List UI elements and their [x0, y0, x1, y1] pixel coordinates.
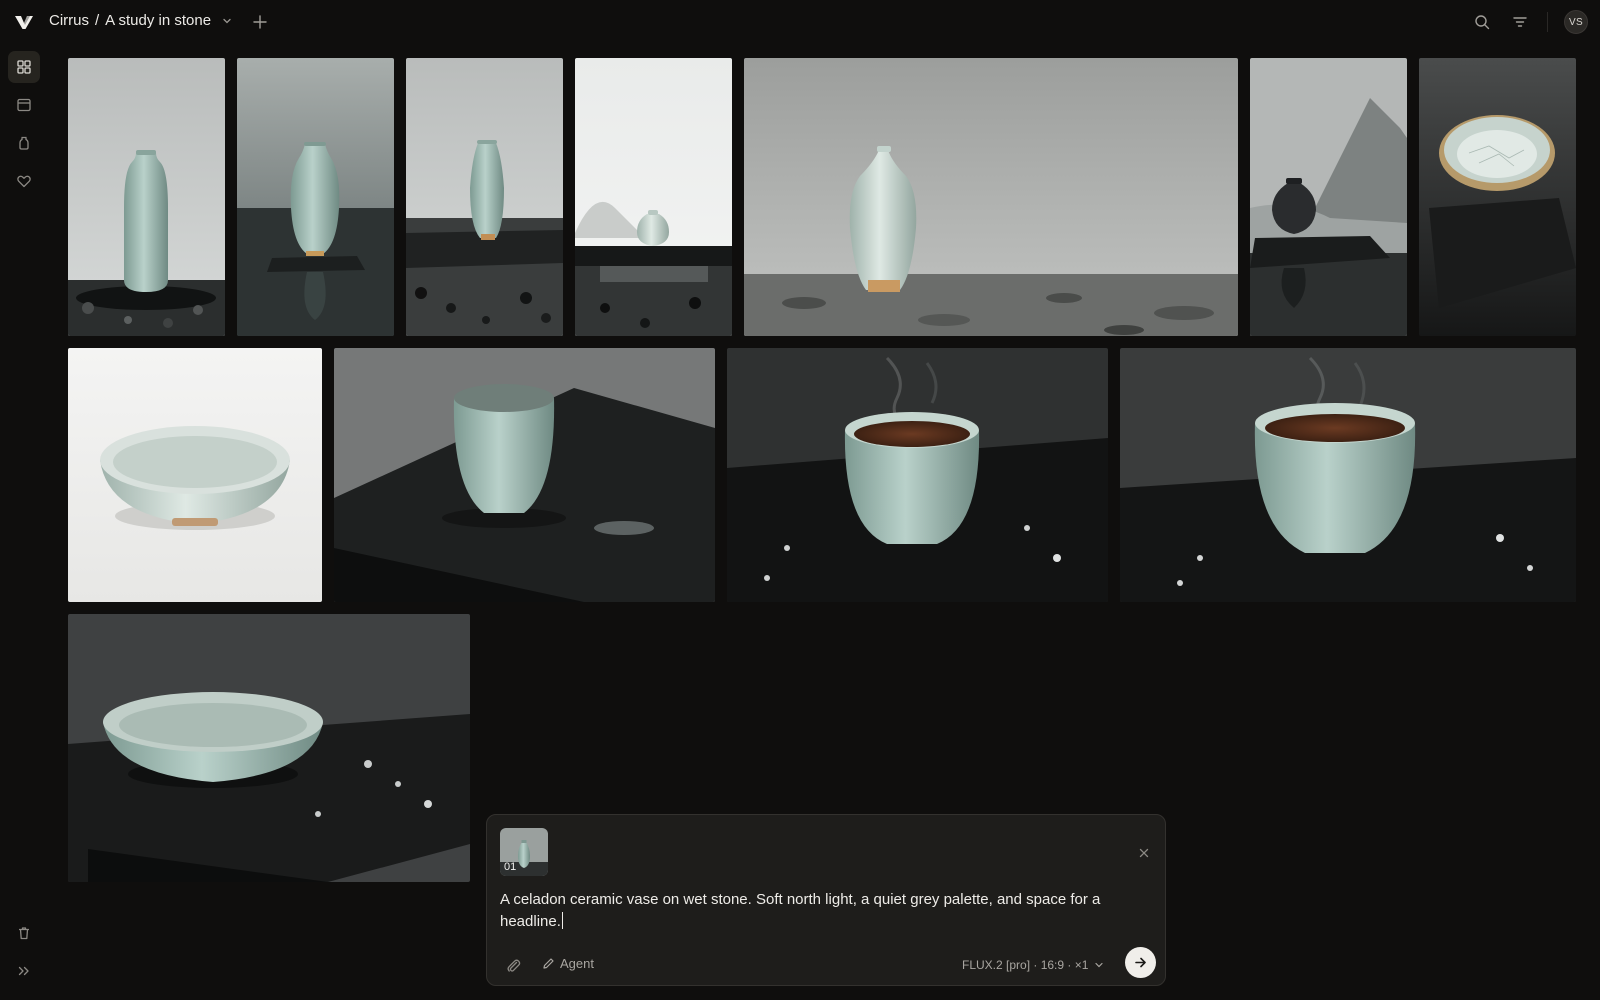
trash-icon [19, 927, 29, 940]
breadcrumb-separator: / [95, 12, 100, 29]
vase-stone-slab-image [406, 58, 563, 336]
trash-button[interactable] [8, 917, 40, 949]
toolbar-divider [1547, 12, 1548, 32]
tea-cup-steam-wide-image [1120, 348, 1576, 602]
grey-cup-slate-image [334, 348, 715, 602]
gallery-image[interactable] [744, 58, 1238, 336]
pencil-icon [543, 958, 554, 969]
agent-toggle[interactable]: Agent [542, 956, 594, 971]
sidebar-item-board[interactable] [8, 89, 40, 121]
heart-icon [17, 175, 31, 188]
chevron-down-icon [1095, 962, 1104, 968]
sidebar-item-favorites[interactable] [8, 165, 40, 197]
model-label: FLUX.2 [pro] · 16:9 · ×1 [962, 958, 1089, 972]
celadon-bowl-wet-slate-image [68, 614, 470, 882]
search-icon[interactable] [1473, 13, 1491, 31]
gallery-image[interactable] [68, 348, 322, 602]
reference-image-thumbnail[interactable]: 01 [500, 828, 548, 876]
sidebar-item-assets[interactable] [8, 127, 40, 159]
project-name: A study in stone [105, 12, 212, 29]
gallery-image[interactable] [1419, 58, 1576, 336]
prompt-composer: 01 A celadon ceramic vase on wet stone. … [486, 814, 1166, 986]
agent-label: Agent [560, 956, 594, 971]
prompt-text: A celadon ceramic vase on wet stone. Sof… [500, 891, 1101, 930]
text-caret [561, 912, 563, 929]
gallery-image[interactable] [727, 348, 1108, 602]
board-view-icon [17, 98, 31, 112]
gallery-image[interactable] [1120, 348, 1576, 602]
gallery-image[interactable] [1250, 58, 1407, 336]
close-icon[interactable] [1137, 846, 1151, 860]
plus-icon[interactable] [251, 13, 269, 31]
tea-cup-steam-image [727, 348, 1108, 602]
crackle-bowl-slate-image [1419, 58, 1576, 336]
prompt-input[interactable]: A celadon ceramic vase on wet stone. Sof… [500, 889, 1140, 933]
workspace-name: Cirrus [49, 12, 89, 29]
sidebar-item-grid[interactable] [8, 51, 40, 83]
jar-icon [19, 136, 29, 150]
arrow-right-icon [1135, 957, 1146, 968]
vase-wet-rocks-wide-image [744, 58, 1238, 336]
model-selector[interactable]: FLUX.2 [pro] · 16:9 · ×1 [962, 958, 1104, 972]
reference-index: 01 [504, 861, 517, 873]
small-vase-foggy-plinth-image [575, 58, 732, 336]
gallery-image[interactable] [68, 58, 225, 336]
grid-view-icon [17, 60, 31, 74]
chevron-down-icon [223, 18, 231, 23]
gallery-image[interactable] [575, 58, 732, 336]
expand-sidebar-icon [18, 966, 29, 976]
vase-misty-shore-image [68, 58, 225, 336]
gallery-image[interactable] [334, 348, 715, 602]
paperclip-icon[interactable] [505, 957, 522, 974]
send-button[interactable] [1125, 947, 1156, 978]
top-bar: Cirrus / A study in stone VS [0, 0, 1600, 44]
gallery-image[interactable] [406, 58, 563, 336]
avatar[interactable]: VS [1564, 10, 1588, 34]
gallery-image[interactable] [68, 614, 470, 882]
app-logo-icon[interactable] [14, 12, 34, 32]
white-bowl-studio-image [68, 348, 322, 602]
dark-vase-mountain-image [1250, 58, 1407, 336]
expand-sidebar-button[interactable] [8, 955, 40, 987]
gallery-image[interactable] [237, 58, 394, 336]
project-breadcrumb[interactable]: Cirrus / A study in stone [49, 12, 233, 29]
filter-icon[interactable] [1511, 13, 1529, 31]
vase-lake-pedestal-image [237, 58, 394, 336]
